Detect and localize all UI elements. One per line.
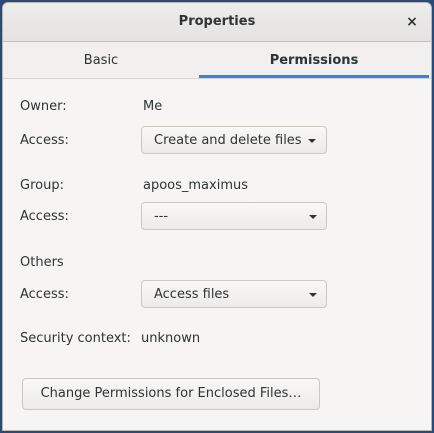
- owner-label: Owner:: [20, 99, 67, 114]
- tab-permissions[interactable]: Permissions: [199, 42, 429, 78]
- group-access-label: Access:: [20, 209, 69, 224]
- group-label: Group:: [20, 178, 64, 193]
- group-value: apoos_maximus: [143, 178, 249, 193]
- others-label: Others: [20, 255, 64, 270]
- owner-access-combo[interactable]: Create and delete files: [141, 126, 327, 154]
- tab-bar: Basic Permissions: [3, 42, 431, 79]
- owner-access-label: Access:: [20, 133, 69, 148]
- chevron-down-icon: [308, 139, 316, 143]
- close-button[interactable]: ×: [403, 13, 421, 31]
- owner-value: Me: [143, 99, 163, 114]
- others-access-value: Access files: [154, 287, 230, 302]
- chevron-down-icon: [309, 293, 317, 297]
- group-access-value: ---: [154, 209, 169, 224]
- group-access-combo[interactable]: ---: [141, 202, 327, 230]
- owner-access-value: Create and delete files: [154, 133, 302, 148]
- others-access-combo[interactable]: Access files: [141, 280, 327, 308]
- change-enclosed-permissions-button[interactable]: Change Permissions for Enclosed Files…: [22, 378, 320, 410]
- properties-dialog: Properties × Basic Permissions Owner: Me…: [2, 2, 432, 431]
- close-icon: ×: [406, 14, 418, 30]
- security-context-value: unknown: [141, 331, 201, 346]
- chevron-down-icon: [309, 215, 317, 219]
- others-access-label: Access:: [20, 287, 69, 302]
- tab-basic[interactable]: Basic: [3, 42, 199, 78]
- titlebar: Properties ×: [3, 3, 431, 42]
- security-context-label: Security context:: [20, 331, 131, 346]
- dialog-title: Properties: [178, 14, 256, 29]
